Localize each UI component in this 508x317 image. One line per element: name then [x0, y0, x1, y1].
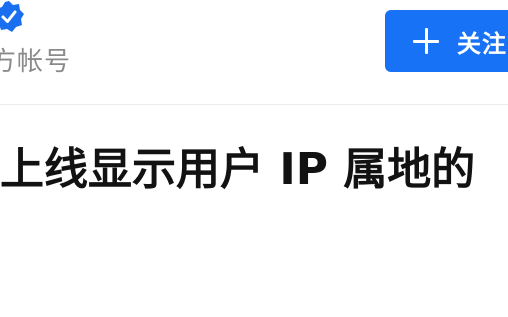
follow-button-label: 关注 [457, 29, 507, 58]
plus-icon [413, 28, 439, 54]
page: 方帐号 关注 上线显示用户 IP 属地的 [0, 0, 508, 317]
follow-button[interactable]: 关注 [385, 10, 508, 72]
account-type-label: 方帐号 [0, 47, 72, 77]
verified-check-icon [0, 1, 24, 32]
header-divider [0, 104, 508, 105]
article-title: 上线显示用户 IP 属地的 [0, 144, 476, 195]
